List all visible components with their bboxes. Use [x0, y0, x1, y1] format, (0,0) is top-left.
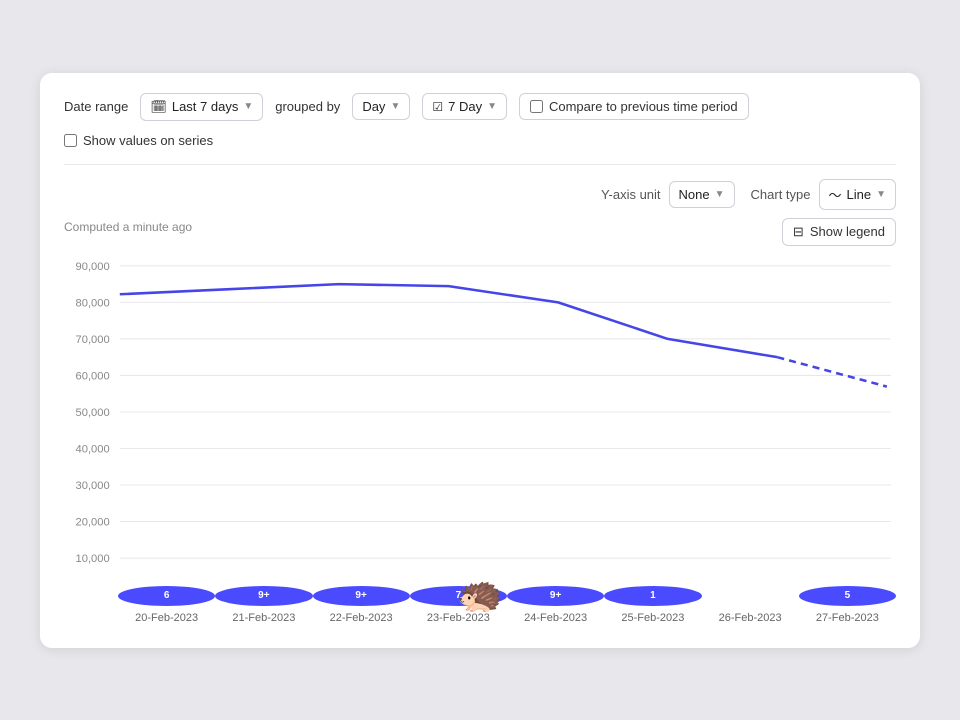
show-values-checkbox[interactable]	[64, 134, 77, 147]
chevron-down-icon: ▼	[243, 101, 253, 112]
group-value: Day	[362, 99, 385, 114]
chart-type-dropdown[interactable]: 〜 Line ▼	[819, 179, 897, 210]
badge-5[interactable]: 1	[604, 586, 701, 606]
chart-controls: Y-axis unit None ▼ Chart type 〜 Line ▼	[64, 179, 896, 210]
chevron-down-icon4: ▼	[715, 189, 725, 200]
grouped-by-label: grouped by	[275, 99, 340, 114]
badge-7[interactable]: 5	[799, 586, 896, 606]
badge-4[interactable]: 9+	[507, 586, 604, 606]
date-range-label: Date range	[64, 99, 128, 114]
line-icon: 〜	[829, 185, 842, 204]
x-label-2: 22-Feb-2023	[313, 612, 410, 624]
chart-area: Computed a minute ago ⊟ Show legend 90,0…	[64, 218, 896, 624]
hedgehog-mascot: 🦔	[456, 576, 503, 614]
chart-wrap: 90,000 80,000 70,000 60,000 50,000 40,00…	[64, 244, 896, 584]
show-legend-label: Show legend	[810, 224, 885, 239]
chevron-down-icon2: ▼	[390, 101, 400, 112]
badge-2[interactable]: 9+	[313, 586, 410, 606]
toolbar-row1: Date range 🗓 Last 7 days ▼ grouped by Da…	[64, 93, 896, 121]
badge-wrap-7: 5	[799, 586, 896, 606]
svg-text:50,000: 50,000	[76, 407, 110, 419]
dashed-line	[777, 357, 887, 386]
compare-checkbox-label[interactable]: Compare to previous time period	[519, 93, 749, 120]
show-values-label[interactable]: Show values on series	[64, 133, 213, 148]
x-label-5: 25-Feb-2023	[604, 612, 701, 624]
badge-1[interactable]: 9+	[215, 586, 312, 606]
divider	[64, 164, 896, 165]
legend-icon: ⊟	[793, 224, 804, 240]
badge-wrap-2: 9+	[313, 586, 410, 606]
compare-checkbox[interactable]	[530, 100, 543, 113]
group-by-dropdown[interactable]: Day ▼	[352, 93, 410, 120]
calendar-icon: 🗓	[150, 99, 167, 115]
x-label-7: 27-Feb-2023	[799, 612, 896, 624]
chart-type-control: Chart type 〜 Line ▼	[751, 179, 896, 210]
x-label-4: 24-Feb-2023	[507, 612, 604, 624]
svg-text:80,000: 80,000	[76, 297, 110, 309]
badge-wrap-4: 9+	[507, 586, 604, 606]
badge-wrap-5: 1	[604, 586, 701, 606]
svg-text:90,000: 90,000	[76, 260, 110, 272]
check-icon: ☑	[432, 100, 443, 114]
badge-wrap-1: 9+	[215, 586, 312, 606]
solid-line	[120, 284, 777, 357]
badge-0[interactable]: 6	[118, 586, 215, 606]
chart-type-value: Line	[847, 187, 872, 202]
toolbar-row2: Show values on series	[64, 133, 896, 148]
x-label-1: 21-Feb-2023	[215, 612, 312, 624]
chart-type-label: Chart type	[751, 187, 811, 202]
svg-text:40,000: 40,000	[76, 443, 110, 455]
rolling-dropdown[interactable]: ☑ 7 Day ▼	[422, 93, 507, 120]
x-label-6: 26-Feb-2023	[702, 612, 799, 624]
svg-text:20,000: 20,000	[76, 516, 110, 528]
svg-text:10,000: 10,000	[76, 553, 110, 565]
main-card: Date range 🗓 Last 7 days ▼ grouped by Da…	[40, 73, 920, 648]
compare-label-text: Compare to previous time period	[549, 99, 738, 114]
svg-text:70,000: 70,000	[76, 333, 110, 345]
date-range-value: Last 7 days	[172, 99, 239, 114]
date-range-dropdown[interactable]: 🗓 Last 7 days ▼	[140, 93, 263, 121]
svg-text:60,000: 60,000	[76, 370, 110, 382]
x-label-0: 20-Feb-2023	[118, 612, 215, 624]
computed-text: Computed a minute ago	[64, 220, 192, 234]
chevron-down-icon3: ▼	[487, 101, 497, 112]
show-values-text: Show values on series	[83, 133, 213, 148]
rolling-value: 7 Day	[448, 99, 482, 114]
badge-wrap-6	[702, 586, 799, 606]
y-axis-control: Y-axis unit None ▼	[601, 181, 734, 208]
y-axis-label: Y-axis unit	[601, 187, 661, 202]
svg-text:30,000: 30,000	[76, 480, 110, 492]
y-axis-dropdown[interactable]: None ▼	[669, 181, 735, 208]
chevron-down-icon5: ▼	[876, 189, 886, 200]
show-legend-button[interactable]: ⊟ Show legend	[782, 218, 896, 246]
y-axis-value: None	[679, 187, 710, 202]
chart-svg: 90,000 80,000 70,000 60,000 50,000 40,00…	[64, 244, 896, 584]
badge-wrap-0: 6	[118, 586, 215, 606]
